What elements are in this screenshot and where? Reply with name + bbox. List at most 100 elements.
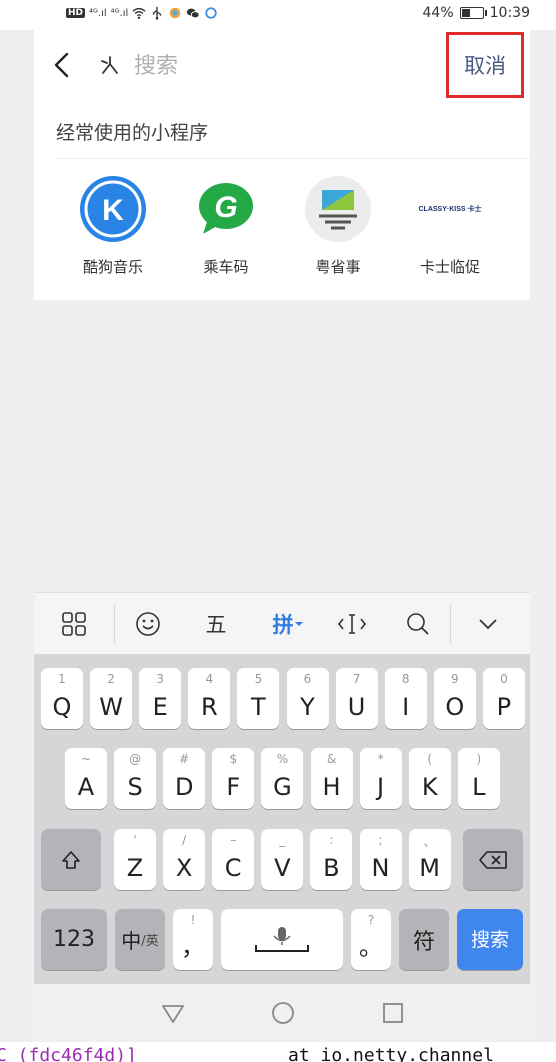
key-o[interactable]: 9O [433,668,476,729]
frequently-used-mini-programs: 经常使用的小程序 K 酷狗音乐 G 乘车码 粤省事 CLASSY·KISS 卡士… [34,100,530,300]
key-label: T [251,693,266,721]
key-hint: $ [229,752,238,766]
mini-program-transit-code[interactable]: G 乘车码 [176,176,276,277]
mini-program-kugou-music[interactable]: K 酷狗音乐 [63,176,163,277]
background-terminal-strip: C (fdc46f4d)] at io.netty.channel [0,1042,556,1062]
key-u[interactable]: 7U [335,668,378,729]
key-m[interactable]: 、 M [408,829,451,890]
keyboard-search-icon[interactable] [392,593,444,655]
space-key[interactable] [221,909,343,970]
key-a[interactable]: ~ A [65,748,107,809]
key-v[interactable]: _ V [261,829,304,890]
key-hint: – [230,833,237,847]
key-label: K [421,773,438,801]
terminal-text-right: at io.netty.channel [288,1045,494,1062]
back-arrow-icon[interactable] [48,50,78,80]
key-b[interactable]: :B [310,829,353,890]
key-hint: * [377,752,384,766]
key-label: Y [300,693,315,721]
terminal-text-left: C (fdc46f4d)] [0,1045,137,1062]
numbers-key[interactable]: 123 [41,909,107,970]
key-hint: ! [190,913,196,927]
key-hint: 4 [205,672,214,686]
key-y[interactable]: 6Y [286,668,329,729]
wubi-input-button[interactable]: 五 [190,593,242,655]
key-hint: & [326,752,337,766]
key-f[interactable]: $ F [212,748,255,809]
key-label: L [472,773,486,801]
key-d[interactable]: # D [163,748,206,809]
key-hint: @ [129,752,142,766]
backspace-key[interactable] [463,829,523,890]
key-q[interactable]: 1Q [41,668,83,729]
key-h[interactable]: & H [310,748,353,809]
key-label: I [402,693,410,721]
clock: 10:39 [489,5,530,21]
space-mic-icon [255,926,309,952]
nav-recents-square-icon[interactable] [378,998,408,1028]
comma-key[interactable]: ! ， [173,909,213,970]
key-s[interactable]: @ S [114,748,157,809]
key-hint: 6 [303,672,312,686]
key-hint: 3 [156,672,164,686]
classykiss-logo-text: CLASSY·KISS 卡士 [418,206,482,213]
keyboard-toolbar: 五 拼 [34,592,530,655]
transit-code-logo-icon: G [193,176,259,242]
key-g[interactable]: % G [261,748,304,809]
key-t[interactable]: 5T [237,668,280,729]
nav-back-triangle-icon[interactable] [158,998,188,1028]
battery-icon [459,7,487,19]
key-hint: ) [476,752,482,766]
key-n[interactable]: ; N [359,829,402,890]
key-hint: _ [279,833,286,847]
key-e[interactable]: 3E [139,668,182,729]
numbers-key-label: 123 [53,927,95,952]
key-p[interactable]: 0P [482,668,525,729]
symbols-key[interactable]: 符 [399,909,449,970]
key-i[interactable]: 8I [384,668,427,729]
search-input[interactable] [132,48,436,84]
emoji-icon[interactable] [122,593,174,655]
key-label: C [224,854,242,882]
status-bar-right: 44% 10:39 [423,5,530,21]
kugou-logo-icon: K [80,176,146,242]
key-hint: # [179,752,190,766]
photos-app-icon [170,7,181,19]
pinyin-input-button[interactable]: 拼 [258,593,318,655]
key-label: P [496,693,512,721]
kugou-logo-letter: K [102,194,124,227]
key-hint: ' [133,833,137,847]
mini-program-yueshengshi[interactable]: 粤省事 [288,176,388,277]
cancel-button[interactable]: 取消 [446,32,524,98]
nav-home-circle-icon[interactable] [268,998,298,1028]
grid-menu-icon[interactable] [48,593,100,655]
key-x[interactable]: / X [163,829,206,890]
language-switch-key[interactable]: 中/英 [115,909,165,970]
mini-program-classy-kiss[interactable]: CLASSY·KISS 卡士 卡士临促 [400,176,500,277]
period-key[interactable]: ? 。 [351,909,391,970]
shift-key[interactable] [41,829,101,890]
key-w[interactable]: 2W [90,668,133,729]
key-hint: ~ [80,752,92,766]
status-bar: HD ⁴ᴳ.ıl ⁴ᴳ.ıl 44% 10:39 [0,0,556,30]
key-hint: : [329,833,334,847]
key-c[interactable]: – C [212,829,255,890]
key-j[interactable]: * J [359,748,402,809]
collapse-keyboard-icon[interactable] [462,593,514,655]
key-label: M [419,854,440,882]
key-hint: ? [367,913,375,927]
hd-badge: HD [66,8,86,18]
mini-program-search-icon [101,56,118,74]
mini-program-label: 卡士临促 [419,258,480,276]
pinyin-label: 拼 [272,613,294,637]
cursor-move-icon[interactable] [326,593,378,655]
key-hint: 9 [450,672,459,686]
key-z[interactable]: ' Z [114,829,156,890]
wechat-icon [187,8,200,19]
key-l[interactable]: ) L [457,748,500,809]
key-k[interactable]: (K [408,748,451,809]
search-enter-key[interactable]: 搜索 [457,909,523,970]
key-hint: / [182,833,187,847]
key-r[interactable]: 4R [188,668,231,729]
yueshengshi-logo-icon [305,176,371,242]
